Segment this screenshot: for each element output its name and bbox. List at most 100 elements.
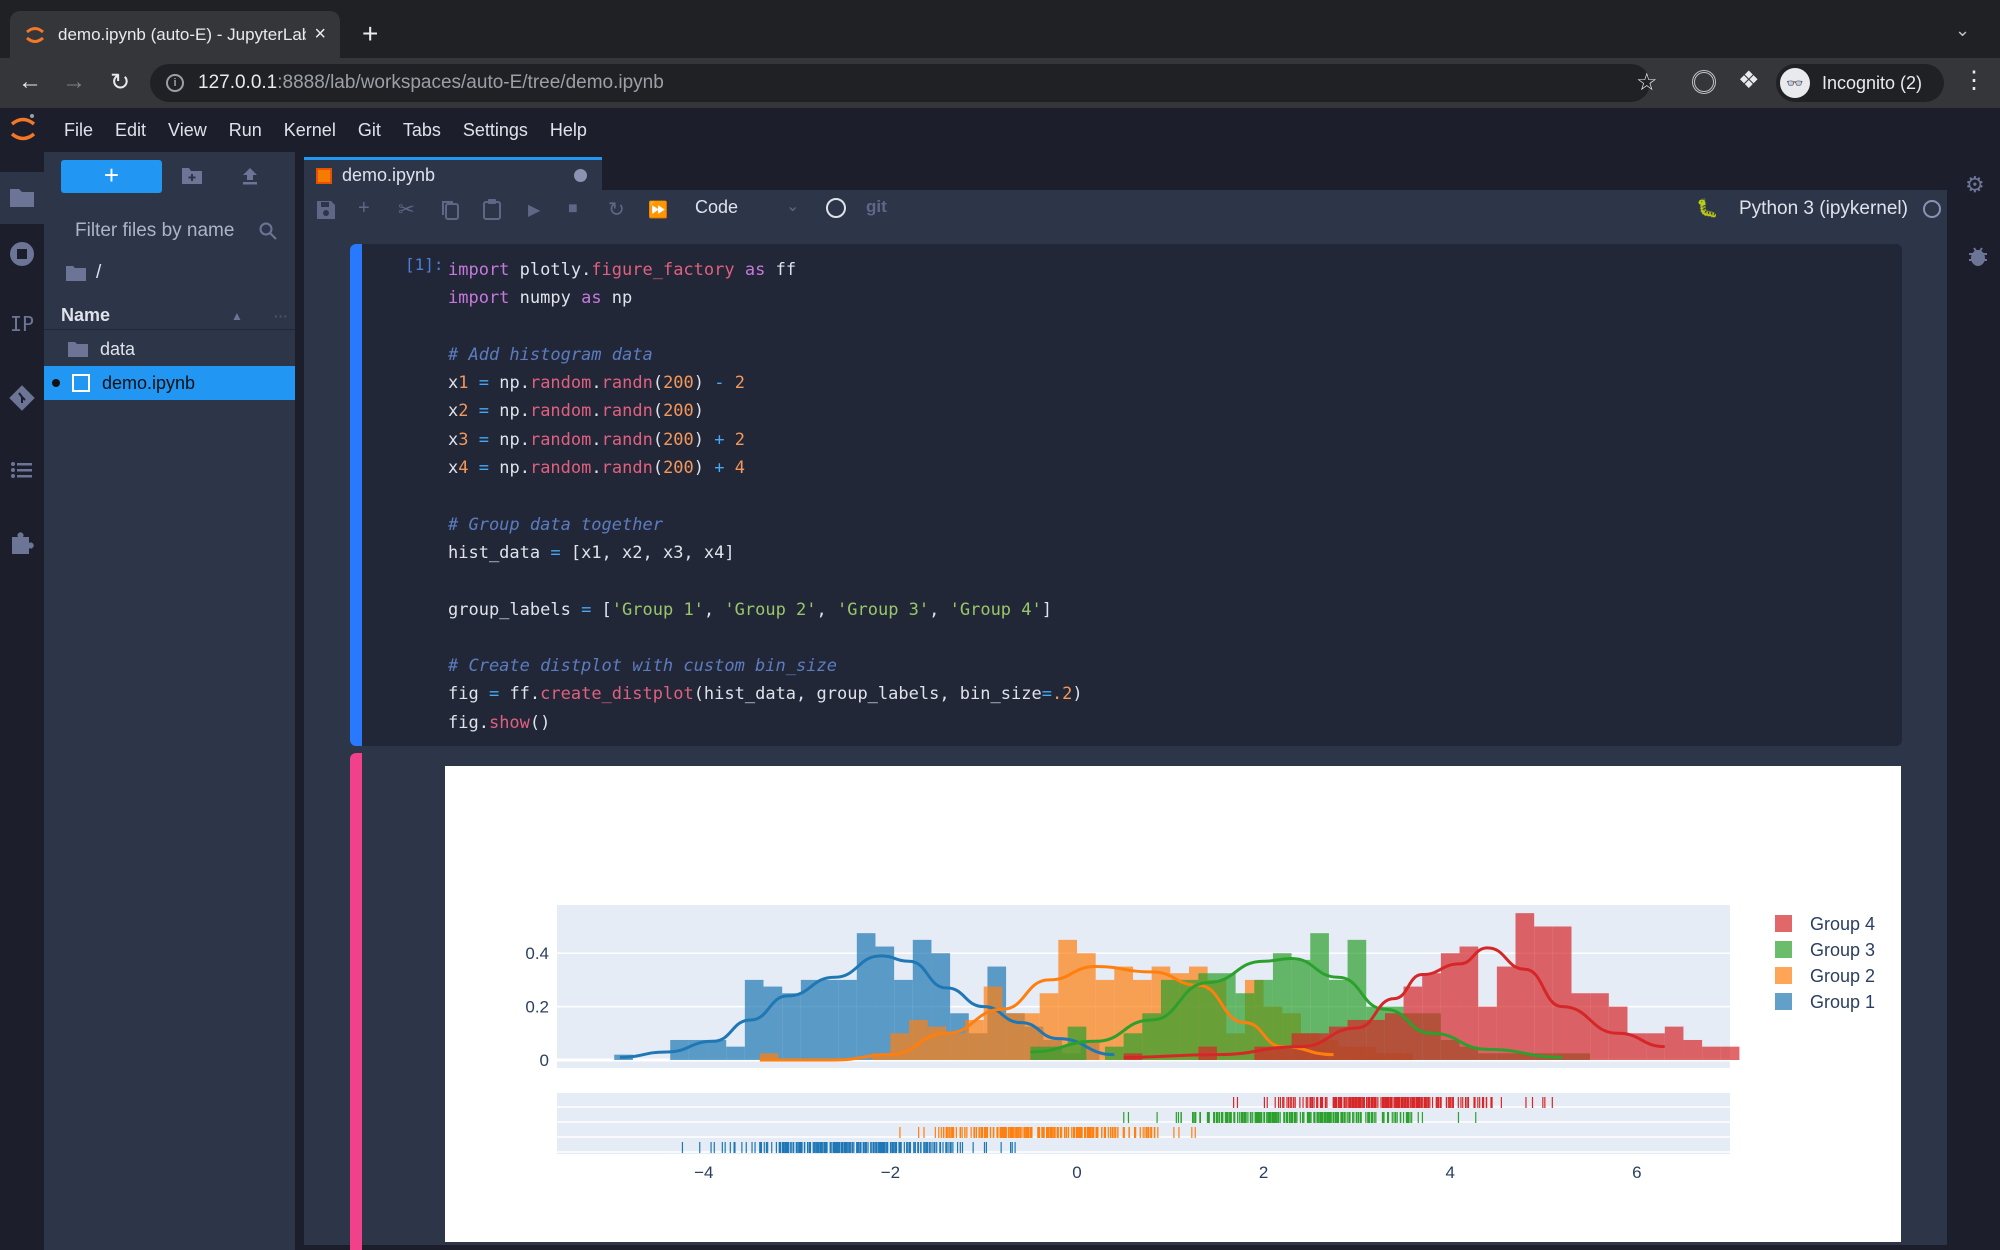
menu-kernel[interactable]: Kernel: [284, 120, 336, 141]
unsaved-dot-icon[interactable]: [574, 169, 587, 182]
histogram-bar[interactable]: [946, 1033, 966, 1060]
save-icon[interactable]: [316, 200, 336, 220]
legend-swatch[interactable]: [1775, 967, 1792, 984]
site-info-icon[interactable]: i: [166, 74, 184, 92]
histogram-bar[interactable]: [1478, 1006, 1497, 1060]
histogram-bar[interactable]: [1422, 973, 1441, 1060]
git-diff-button[interactable]: git: [866, 197, 887, 217]
legend-item[interactable]: Group 1: [1810, 992, 1875, 1012]
menu-run[interactable]: Run: [229, 120, 262, 141]
extension-target-icon[interactable]: [1692, 70, 1716, 94]
histogram-bar[interactable]: [983, 986, 1003, 1060]
property-settings-gears-icon[interactable]: ⚙: [1965, 172, 1985, 198]
x-tick-label: −2: [881, 1163, 900, 1182]
histogram-bar[interactable]: [1160, 979, 1180, 1060]
back-icon[interactable]: ←: [14, 68, 46, 96]
histogram-bar[interactable]: [707, 1039, 727, 1060]
cell-collapser-active[interactable]: [350, 244, 362, 746]
running-sessions-tab[interactable]: [8, 240, 36, 268]
histogram-bar[interactable]: [838, 979, 857, 1060]
histogram-bar[interactable]: [1571, 993, 1591, 1060]
column-header-name[interactable]: Name ▲ ···: [44, 302, 295, 330]
legend-swatch[interactable]: [1775, 993, 1792, 1010]
filter-files-input[interactable]: Filter files by name: [58, 216, 278, 246]
debugger-toggle-bug-icon[interactable]: 🐛: [1696, 198, 1718, 219]
jupyter-favicon-icon: [26, 26, 44, 43]
menu-help[interactable]: Help: [550, 120, 587, 141]
execution-count-prompt: [1]:: [405, 255, 444, 274]
histogram-bar[interactable]: [1384, 1013, 1404, 1060]
histogram-bar[interactable]: [856, 933, 876, 1060]
distplot-chart[interactable]: 0 0.2 0.4 −4 −2 0 2 4 6 Group 4 Group 3 Group 2 Grou…: [445, 766, 1901, 1242]
histogram-bar[interactable]: [1235, 993, 1255, 1060]
histogram-bar[interactable]: [1534, 926, 1553, 1061]
interrupt-kernel-icon[interactable]: ■: [568, 200, 578, 218]
reload-icon[interactable]: ↻: [104, 68, 136, 97]
browser-menu-icon[interactable]: ⋮: [1962, 66, 1986, 95]
table-of-contents-tab[interactable]: [8, 456, 36, 484]
histogram-bar[interactable]: [819, 979, 839, 1060]
copy-icon[interactable]: [440, 199, 460, 221]
home-folder-icon[interactable]: [66, 265, 86, 281]
file-item-demo-ipynb[interactable]: demo.ipynb: [44, 366, 295, 400]
histogram-bar[interactable]: [782, 993, 801, 1060]
histogram-bar[interactable]: [1515, 913, 1535, 1060]
cell-type-select[interactable]: Code: [695, 197, 738, 218]
column-resize-handle[interactable]: ···: [274, 308, 288, 324]
output-collapser[interactable]: [350, 753, 362, 1250]
histogram-bar[interactable]: [1720, 1046, 1740, 1060]
restart-kernel-icon[interactable]: ↻: [608, 197, 625, 222]
paste-icon[interactable]: [482, 198, 502, 220]
menu-view[interactable]: View: [168, 120, 207, 141]
histogram-bar[interactable]: [1683, 1039, 1703, 1060]
legend-item[interactable]: Group 3: [1810, 940, 1875, 960]
new-folder-icon[interactable]: [181, 166, 203, 186]
breadcrumb-root[interactable]: /: [96, 262, 101, 284]
browser-tab[interactable]: demo.ipynb (auto-E) - JupyterLab ×: [10, 11, 340, 58]
property-inspector-icon[interactable]: IP: [8, 312, 36, 340]
histogram-bar[interactable]: [1552, 926, 1572, 1061]
notebook-icon: [72, 374, 90, 392]
notebook-tab[interactable]: demo.ipynb: [304, 157, 602, 191]
histogram-bar[interactable]: [726, 1046, 745, 1060]
debugger-bug-icon[interactable]: [1967, 244, 1989, 268]
menu-edit[interactable]: Edit: [115, 120, 146, 141]
legend-swatch[interactable]: [1775, 941, 1792, 958]
chevron-down-icon[interactable]: ⌄: [786, 196, 799, 216]
run-cell-icon[interactable]: ▶: [528, 200, 540, 220]
file-item-data[interactable]: data: [44, 332, 295, 366]
forward-icon[interactable]: →: [58, 68, 90, 96]
insert-cell-icon[interactable]: +: [358, 197, 370, 220]
left-activity-bar: IP: [0, 152, 44, 1250]
menu-file[interactable]: File: [64, 120, 93, 141]
address-bar[interactable]: i 127.0.0.1 :8888/lab/workspaces/auto-E/…: [150, 64, 1650, 102]
legend-swatch[interactable]: [1775, 915, 1792, 932]
restart-run-all-icon[interactable]: ⏩: [648, 200, 668, 220]
kernel-name[interactable]: Python 3 (ipykernel): [1739, 198, 1908, 220]
histogram-bar[interactable]: [1702, 1046, 1721, 1060]
new-launcher-button[interactable]: +: [61, 160, 162, 193]
histogram-bar[interactable]: [927, 1026, 947, 1060]
incognito-profile-button[interactable]: 👓 Incognito (2): [1776, 64, 1944, 102]
legend-item[interactable]: Group 4: [1810, 914, 1875, 934]
histogram-bar[interactable]: [1496, 966, 1516, 1060]
histogram-bar[interactable]: [1403, 986, 1423, 1060]
history-clock-icon[interactable]: [826, 198, 846, 218]
menu-tabs[interactable]: Tabs: [403, 120, 441, 141]
extensions-puzzle-icon[interactable]: ❖: [1738, 66, 1760, 95]
tab-search-chevron-icon[interactable]: ⌄: [1955, 20, 1970, 41]
close-tab-icon[interactable]: ×: [314, 23, 326, 46]
code-editor[interactable]: import plotly.figure_factory as ff impor…: [448, 256, 1083, 737]
bookmark-star-icon[interactable]: ☆: [1636, 68, 1658, 97]
histogram-bar[interactable]: [1664, 1026, 1684, 1060]
legend-item[interactable]: Group 2: [1810, 966, 1875, 986]
cut-icon[interactable]: ✂: [398, 197, 415, 222]
extension-manager-tab[interactable]: [8, 528, 36, 556]
menu-git[interactable]: Git: [358, 120, 381, 141]
upload-icon[interactable]: [240, 166, 260, 186]
file-browser-tab[interactable]: [0, 172, 44, 224]
histogram-bar[interactable]: [1366, 1019, 1385, 1060]
menu-settings[interactable]: Settings: [463, 120, 528, 141]
git-tab[interactable]: [8, 384, 36, 412]
new-tab-button[interactable]: +: [362, 18, 378, 50]
